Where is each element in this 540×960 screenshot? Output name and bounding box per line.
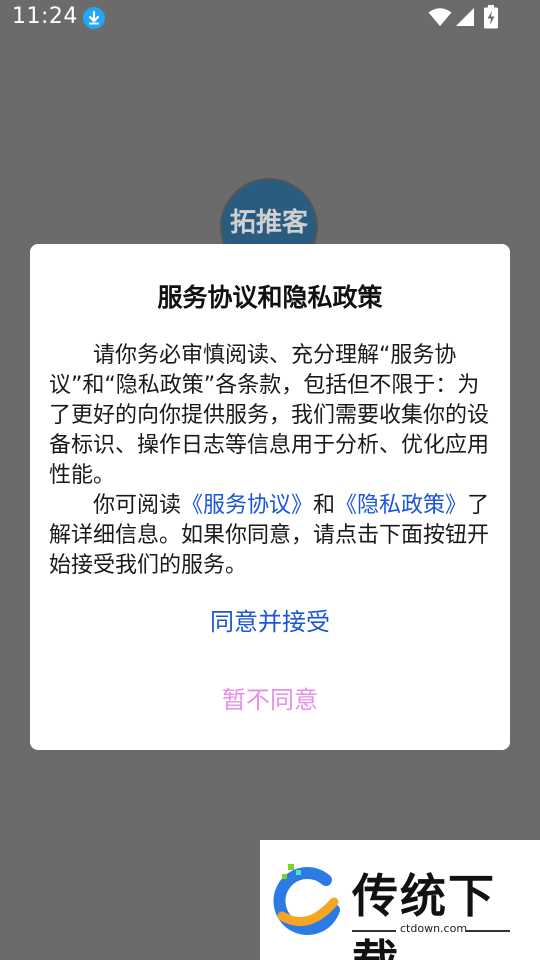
signal-icon [455, 7, 475, 31]
privacy-policy-link[interactable]: 《隐私政策》 [335, 493, 467, 518]
privacy-dialog: 服务协议和隐私政策 请你务必审慎阅读、充分理解“服务协议”和“隐私政策”各条款，… [30, 244, 510, 750]
agree-button[interactable]: 同意并接受 [170, 600, 370, 644]
dialog-title: 服务协议和隐私政策 [157, 283, 383, 312]
app-logo-text: 拓推客 [229, 208, 308, 238]
dialog-paragraph-2: 你可阅读《服务协议》和《隐私政策》了解详细信息。如果你同意，请点击下面按钮开始接… [49, 491, 493, 581]
watermark-divider-right [466, 930, 510, 932]
status-bar: 11:24 [0, 0, 540, 36]
wifi-icon [428, 7, 452, 31]
download-icon [83, 7, 105, 29]
status-time: 11:24 [12, 4, 78, 29]
dialog-paragraph-1: 请你务必审慎阅读、充分理解“服务协议”和“隐私政策”各条款，包括但不限于：为了更… [49, 343, 490, 488]
disagree-button[interactable]: 暂不同意 [170, 678, 370, 722]
battery-charging-icon [483, 5, 499, 33]
watermark-divider-left [352, 930, 396, 932]
paragraph-2-and: 和 [313, 493, 336, 518]
watermark-brand: 传统下载 [352, 869, 496, 960]
paragraph-2-prefix: 你可阅读 [93, 493, 182, 518]
service-agreement-link[interactable]: 《服务协议》 [181, 493, 313, 518]
watermark: 传统下载 ctdown.com [260, 840, 540, 960]
dialog-body: 请你务必审慎阅读、充分理解“服务协议”和“隐私政策”各条款，包括但不限于：为了更… [49, 341, 493, 581]
watermark-url: ctdown.com [400, 922, 468, 935]
screen: 11:24 拓推客 服务协议和隐私政策 请你务必审慎阅读、充分理解“服务协议”和… [0, 0, 540, 960]
watermark-logo-icon [268, 858, 348, 942]
